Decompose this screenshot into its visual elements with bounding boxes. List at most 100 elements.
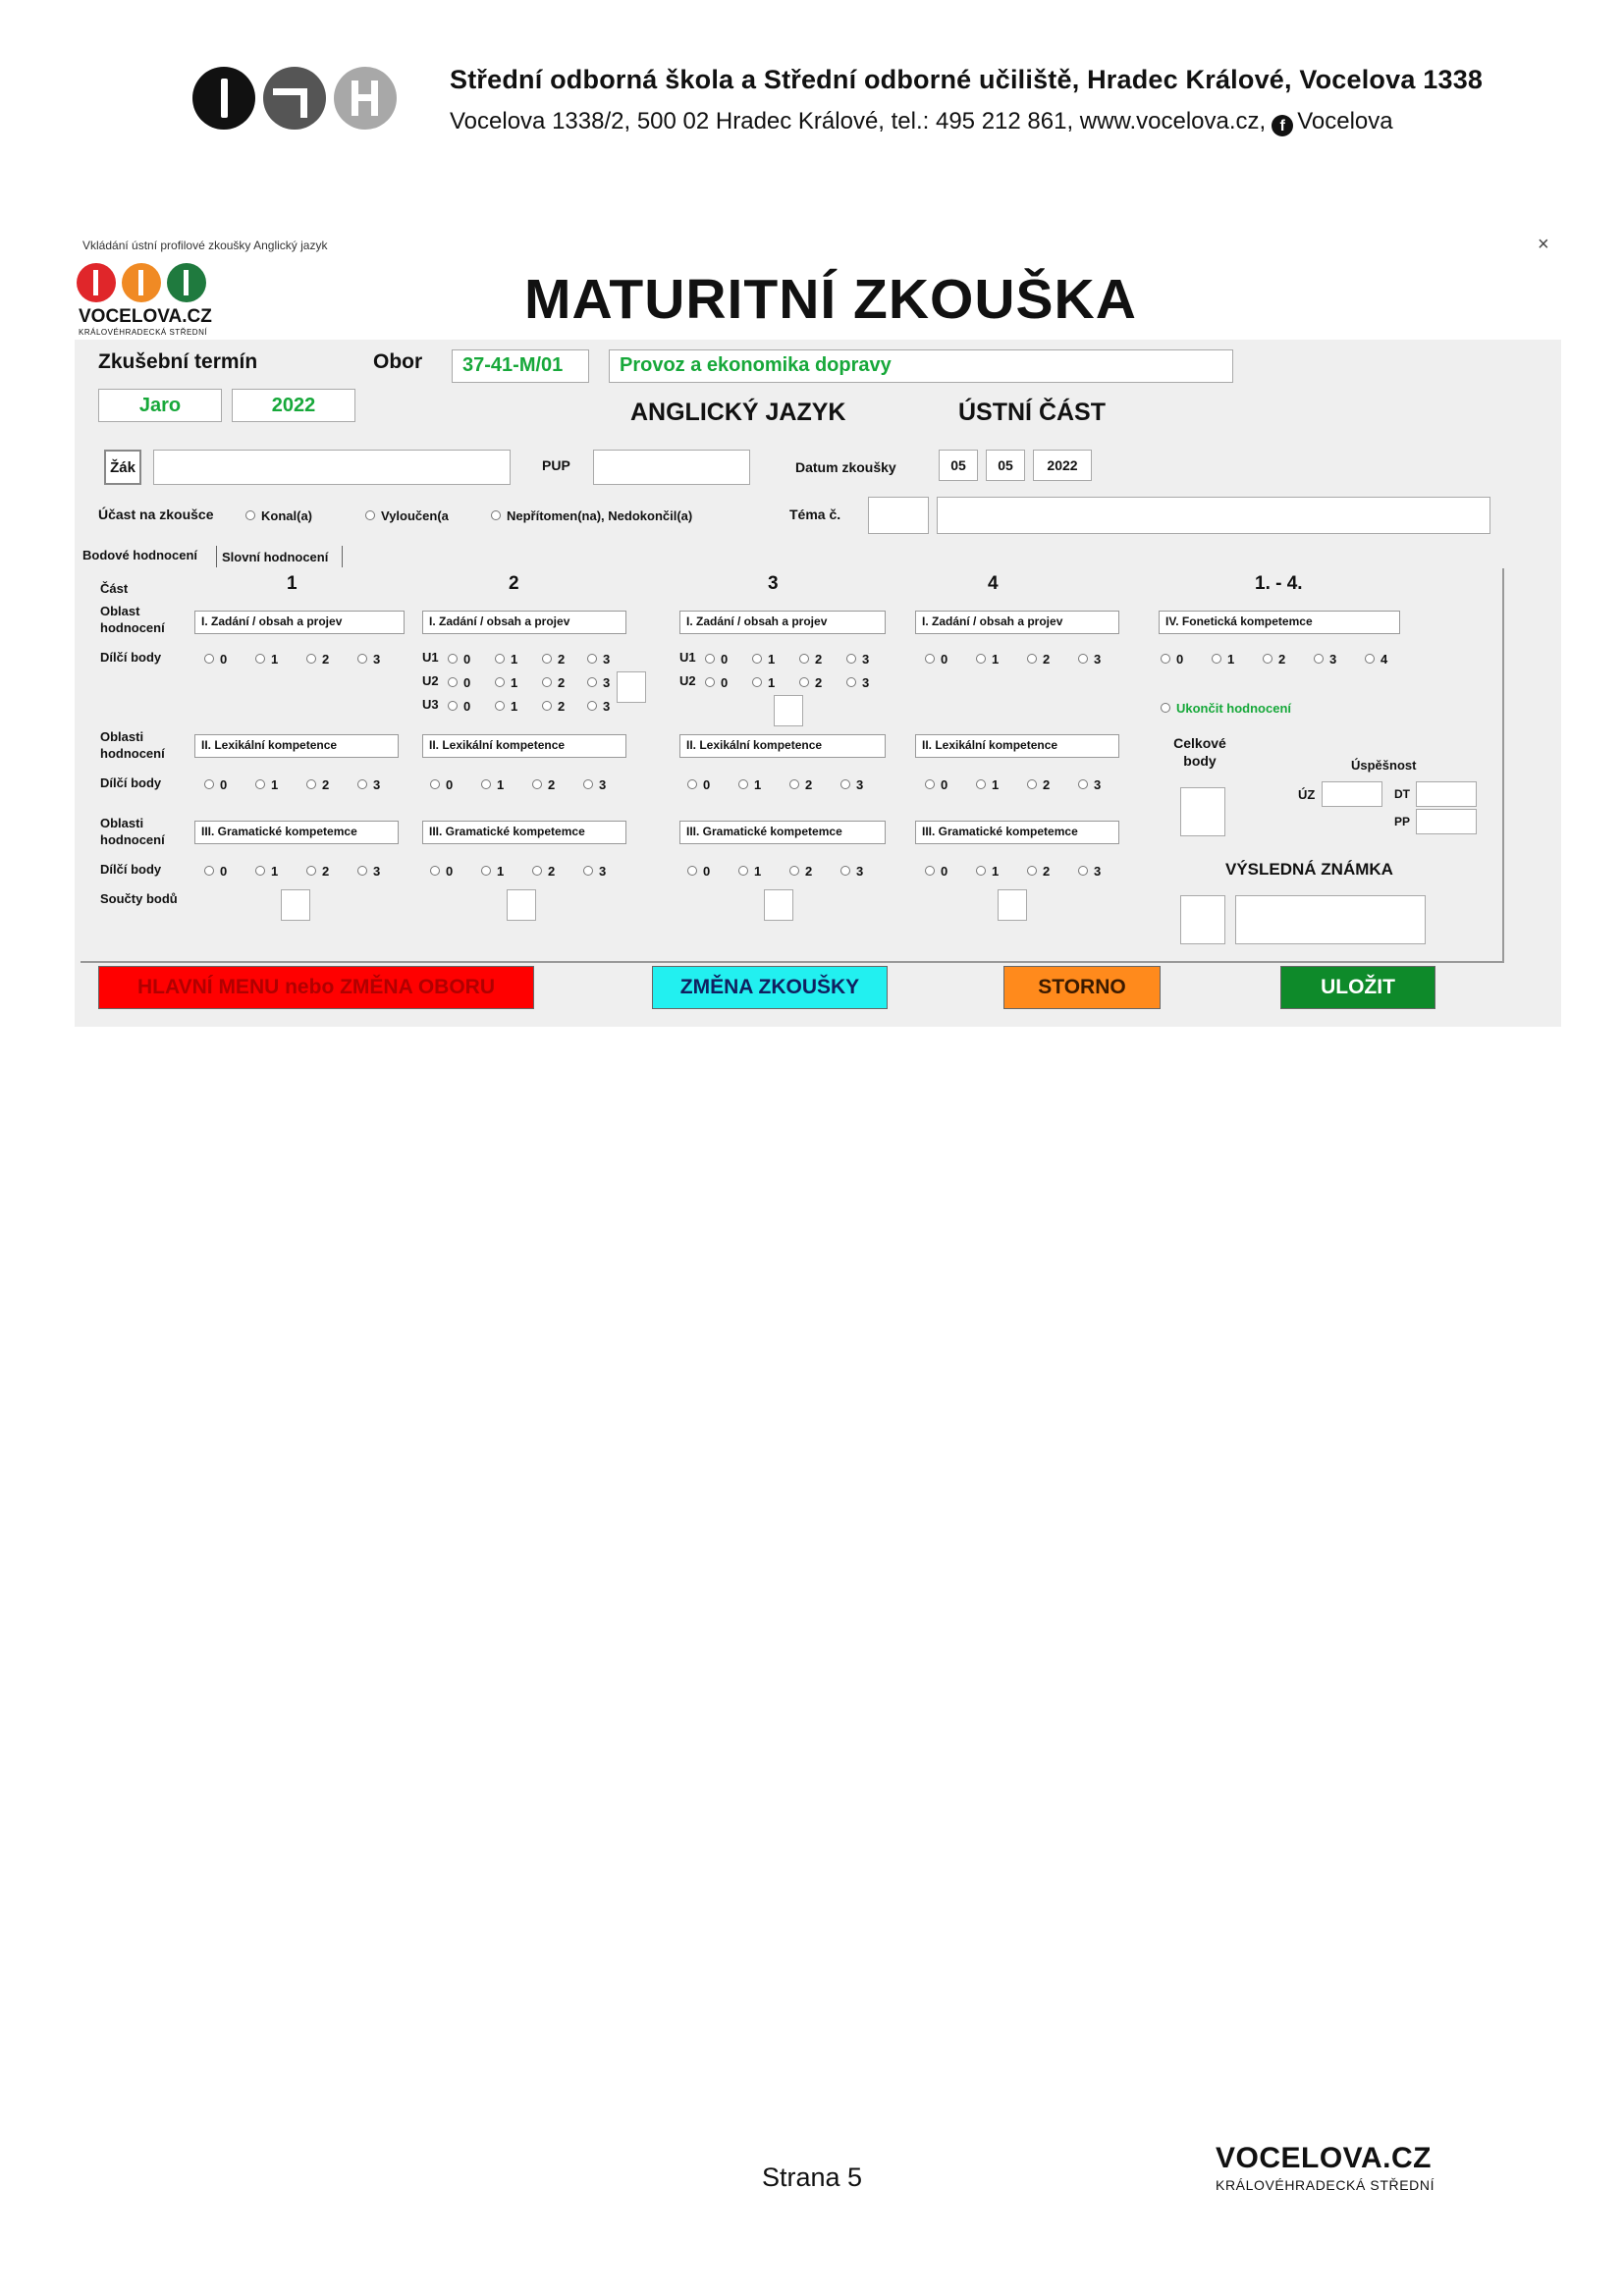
radio-icon[interactable] — [587, 701, 597, 711]
point-radio[interactable]: 3 — [1314, 652, 1336, 667]
point-radio[interactable]: 1 — [1212, 652, 1234, 667]
save-button[interactable]: ULOŽIT — [1280, 966, 1435, 1009]
radio-icon[interactable] — [491, 510, 501, 520]
point-radio[interactable]: 1 — [255, 652, 278, 667]
obor-name-field[interactable]: Provoz a ekonomika dopravy — [609, 349, 1233, 383]
radio-icon[interactable] — [255, 654, 265, 664]
radio-icon[interactable] — [799, 654, 809, 664]
total-points-field[interactable] — [1180, 787, 1225, 836]
point-radio[interactable]: 3 — [357, 777, 380, 792]
radio-icon[interactable] — [1263, 654, 1272, 664]
point-radio[interactable]: 2 — [1263, 652, 1285, 667]
tab-bodove[interactable]: Bodové hodnocení — [82, 548, 197, 562]
point-radio[interactable]: 3 — [846, 675, 869, 690]
radio-icon[interactable] — [365, 510, 375, 520]
point-radio[interactable]: 0 — [204, 864, 227, 879]
radio-icon[interactable] — [1314, 654, 1324, 664]
radio-icon[interactable] — [840, 779, 850, 789]
point-radio[interactable]: 2 — [789, 864, 812, 879]
radio-icon[interactable] — [1027, 779, 1037, 789]
radio-icon[interactable] — [789, 779, 799, 789]
radio-icon[interactable] — [738, 779, 748, 789]
radio-icon[interactable] — [204, 866, 214, 876]
radio-icon[interactable] — [542, 701, 552, 711]
point-radio[interactable]: 3 — [587, 675, 610, 690]
radio-icon[interactable] — [976, 779, 986, 789]
point-radio[interactable]: 3 — [583, 777, 606, 792]
point-radio[interactable]: 2 — [1027, 864, 1050, 879]
point-radio[interactable]: 4 — [1365, 652, 1387, 667]
radio-icon[interactable] — [1078, 779, 1088, 789]
point-radio[interactable]: 2 — [799, 675, 822, 690]
point-radio[interactable]: 2 — [542, 652, 565, 667]
participation-option-absent[interactable]: Nepřítomen(na), Nedokončil(a) — [491, 508, 692, 523]
point-radio[interactable]: 3 — [840, 777, 863, 792]
point-radio[interactable]: 0 — [687, 864, 710, 879]
radio-icon[interactable] — [448, 654, 458, 664]
close-icon[interactable]: × — [1538, 234, 1549, 256]
radio-icon[interactable] — [583, 779, 593, 789]
radio-icon[interactable] — [430, 779, 440, 789]
radio-icon[interactable] — [587, 654, 597, 664]
radio-icon[interactable] — [532, 779, 542, 789]
sum-field[interactable] — [764, 889, 793, 921]
point-radio[interactable]: 1 — [976, 777, 999, 792]
point-radio[interactable]: 0 — [687, 777, 710, 792]
point-radio[interactable]: 1 — [255, 777, 278, 792]
point-radio[interactable]: 0 — [925, 864, 947, 879]
radio-icon[interactable] — [705, 677, 715, 687]
radio-icon[interactable] — [542, 677, 552, 687]
radio-icon[interactable] — [204, 654, 214, 664]
uz-field[interactable] — [1322, 781, 1382, 807]
radio-icon[interactable] — [255, 866, 265, 876]
radio-icon[interactable] — [799, 677, 809, 687]
date-year-field[interactable]: 2022 — [1033, 450, 1092, 481]
radio-icon[interactable] — [846, 654, 856, 664]
point-radio[interactable]: 1 — [738, 864, 761, 879]
radio-icon[interactable] — [1161, 703, 1170, 713]
sum-u-field[interactable] — [617, 671, 646, 703]
radio-icon[interactable] — [687, 866, 697, 876]
tab-slovni[interactable]: Slovní hodnocení — [222, 550, 328, 564]
radio-icon[interactable] — [1027, 866, 1037, 876]
point-radio[interactable]: 2 — [542, 675, 565, 690]
participation-option-attended[interactable]: Konal(a) — [245, 508, 312, 523]
main-menu-button[interactable]: HLAVNÍ MENU nebo ZMĚNA OBORU — [98, 966, 534, 1009]
radio-icon[interactable] — [846, 677, 856, 687]
dt-field[interactable] — [1416, 781, 1477, 807]
radio-icon[interactable] — [925, 654, 935, 664]
point-radio[interactable]: 1 — [752, 652, 775, 667]
point-radio[interactable]: 1 — [738, 777, 761, 792]
radio-icon[interactable] — [306, 779, 316, 789]
radio-icon[interactable] — [840, 866, 850, 876]
radio-icon[interactable] — [789, 866, 799, 876]
radio-icon[interactable] — [1365, 654, 1375, 664]
date-day-field[interactable]: 05 — [939, 450, 978, 481]
point-radio[interactable]: 2 — [1027, 652, 1050, 667]
point-radio[interactable]: 0 — [925, 777, 947, 792]
date-month-field[interactable]: 05 — [986, 450, 1025, 481]
radio-icon[interactable] — [925, 866, 935, 876]
radio-icon[interactable] — [495, 701, 505, 711]
point-radio[interactable]: 1 — [752, 675, 775, 690]
sum-u-field[interactable] — [774, 695, 803, 726]
point-radio[interactable]: 3 — [1078, 777, 1101, 792]
point-radio[interactable]: 0 — [204, 652, 227, 667]
radio-icon[interactable] — [448, 677, 458, 687]
point-radio[interactable]: 1 — [255, 864, 278, 879]
point-radio[interactable]: 1 — [495, 652, 517, 667]
point-radio[interactable]: 3 — [840, 864, 863, 879]
point-radio[interactable]: 2 — [789, 777, 812, 792]
student-button[interactable]: Žák — [104, 450, 141, 485]
point-radio[interactable]: 1 — [495, 699, 517, 714]
point-radio[interactable]: 0 — [448, 652, 470, 667]
radio-icon[interactable] — [306, 654, 316, 664]
radio-icon[interactable] — [495, 677, 505, 687]
radio-icon[interactable] — [495, 654, 505, 664]
sum-field[interactable] — [998, 889, 1027, 921]
radio-icon[interactable] — [738, 866, 748, 876]
radio-icon[interactable] — [583, 866, 593, 876]
radio-icon[interactable] — [255, 779, 265, 789]
cancel-button[interactable]: STORNO — [1003, 966, 1161, 1009]
point-radio[interactable]: 0 — [1161, 652, 1183, 667]
